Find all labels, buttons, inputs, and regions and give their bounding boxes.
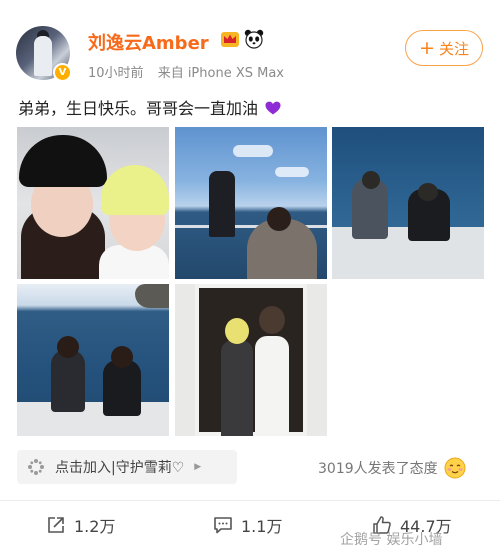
emoji-icon bbox=[444, 457, 466, 479]
post-meta: 10小时前 来自 iPhone XS Max bbox=[88, 62, 284, 81]
crown-icon bbox=[221, 32, 239, 47]
divider bbox=[0, 500, 500, 501]
post-photo-4[interactable] bbox=[17, 284, 169, 436]
post-photo-1[interactable] bbox=[17, 127, 169, 279]
plus-icon: + bbox=[419, 36, 435, 59]
post-text-body: 弟弟，生日快乐。哥哥会一直加油 bbox=[18, 99, 259, 118]
post-photo-5[interactable] bbox=[175, 284, 327, 436]
comment-icon bbox=[214, 517, 232, 534]
purple-heart-icon bbox=[265, 101, 281, 115]
panda-icon bbox=[244, 29, 264, 49]
follow-button[interactable]: + 关注 bbox=[405, 30, 483, 66]
comment-count: 1.1万 bbox=[241, 517, 283, 536]
repost-count: 1.2万 bbox=[74, 517, 116, 536]
group-icon bbox=[28, 459, 44, 475]
repost-icon bbox=[48, 517, 64, 533]
reactions-summary[interactable]: 3019人发表了态度 bbox=[318, 457, 466, 479]
verified-icon: V bbox=[53, 63, 72, 82]
repost-button[interactable]: 1.2万 bbox=[46, 508, 115, 542]
post-text: 弟弟，生日快乐。哥哥会一直加油 bbox=[18, 95, 281, 119]
group-label: 点击加入|守护雪莉♡ bbox=[55, 460, 185, 476]
username[interactable]: 刘逸云Amber bbox=[88, 29, 209, 55]
comment-button[interactable]: 1.1万 bbox=[213, 508, 282, 542]
chevron-right-icon: ▶ bbox=[194, 462, 202, 472]
follow-label: 关注 bbox=[438, 39, 469, 58]
reactions-text: 3019人发表了态度 bbox=[318, 461, 438, 477]
post-photo-2[interactable] bbox=[175, 127, 327, 279]
post-time: 10小时前 bbox=[88, 66, 144, 81]
join-group-button[interactable]: 点击加入|守护雪莉♡ ▶ bbox=[17, 450, 237, 484]
post-source: 来自 iPhone XS Max bbox=[157, 66, 284, 81]
watermark: 企鹅号 娱乐小墙 bbox=[340, 532, 443, 548]
post-photo-3[interactable] bbox=[332, 127, 484, 279]
